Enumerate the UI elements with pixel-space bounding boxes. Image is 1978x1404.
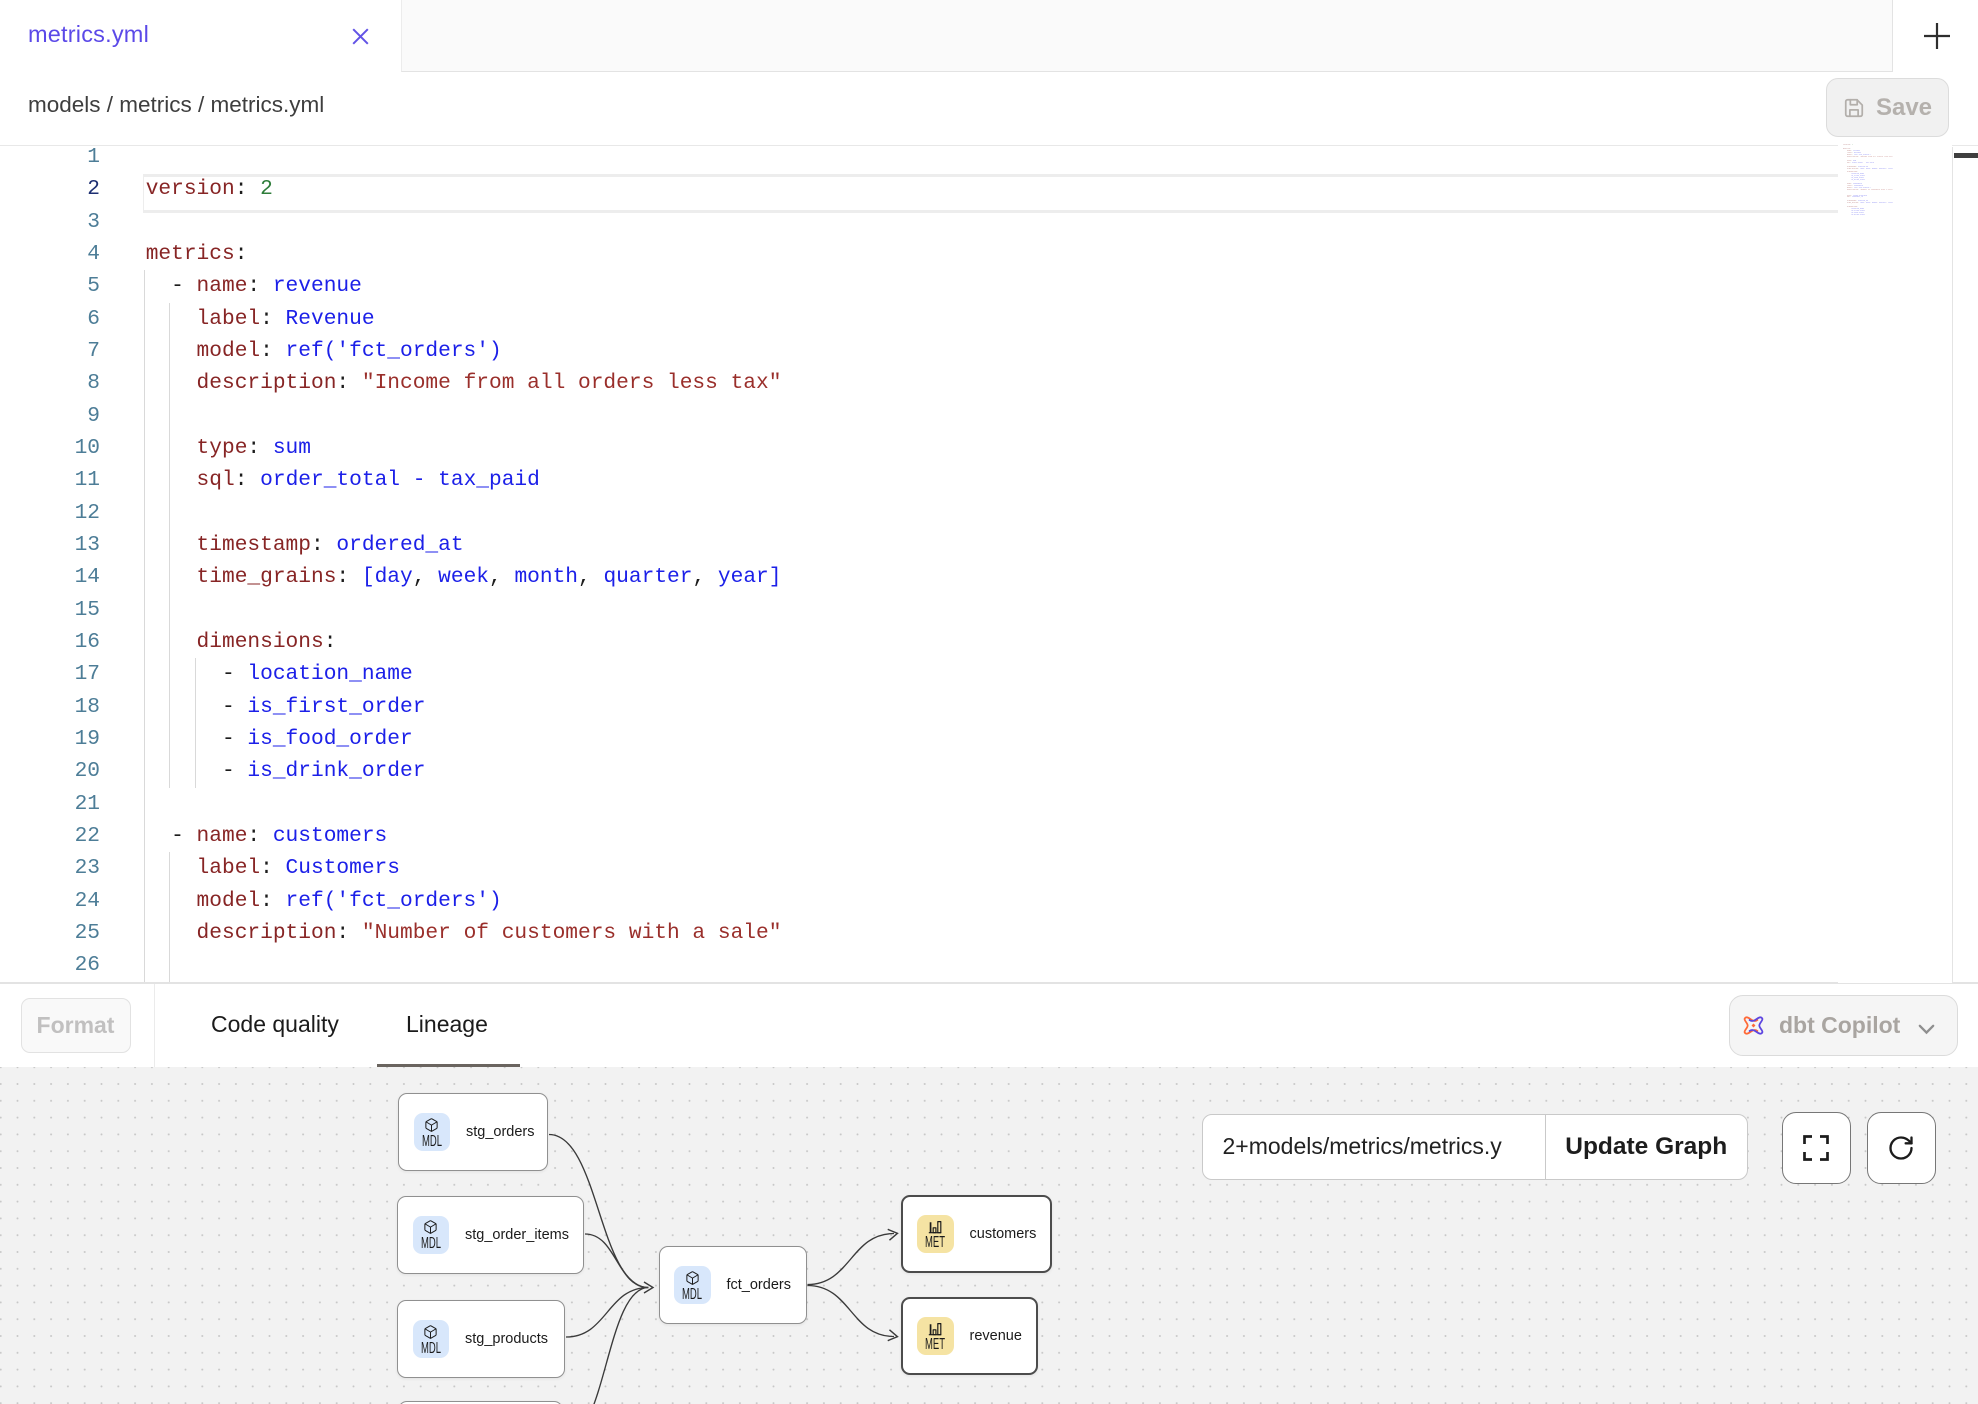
svg-text:MDL: MDL [421,1235,441,1250]
svg-text:MET: MET [925,1234,945,1249]
svg-text:MDL: MDL [421,1340,441,1355]
svg-text:MDL: MDL [422,1133,442,1148]
svg-text:MDL: MDL [682,1286,702,1301]
svg-text:MET: MET [925,1336,945,1351]
